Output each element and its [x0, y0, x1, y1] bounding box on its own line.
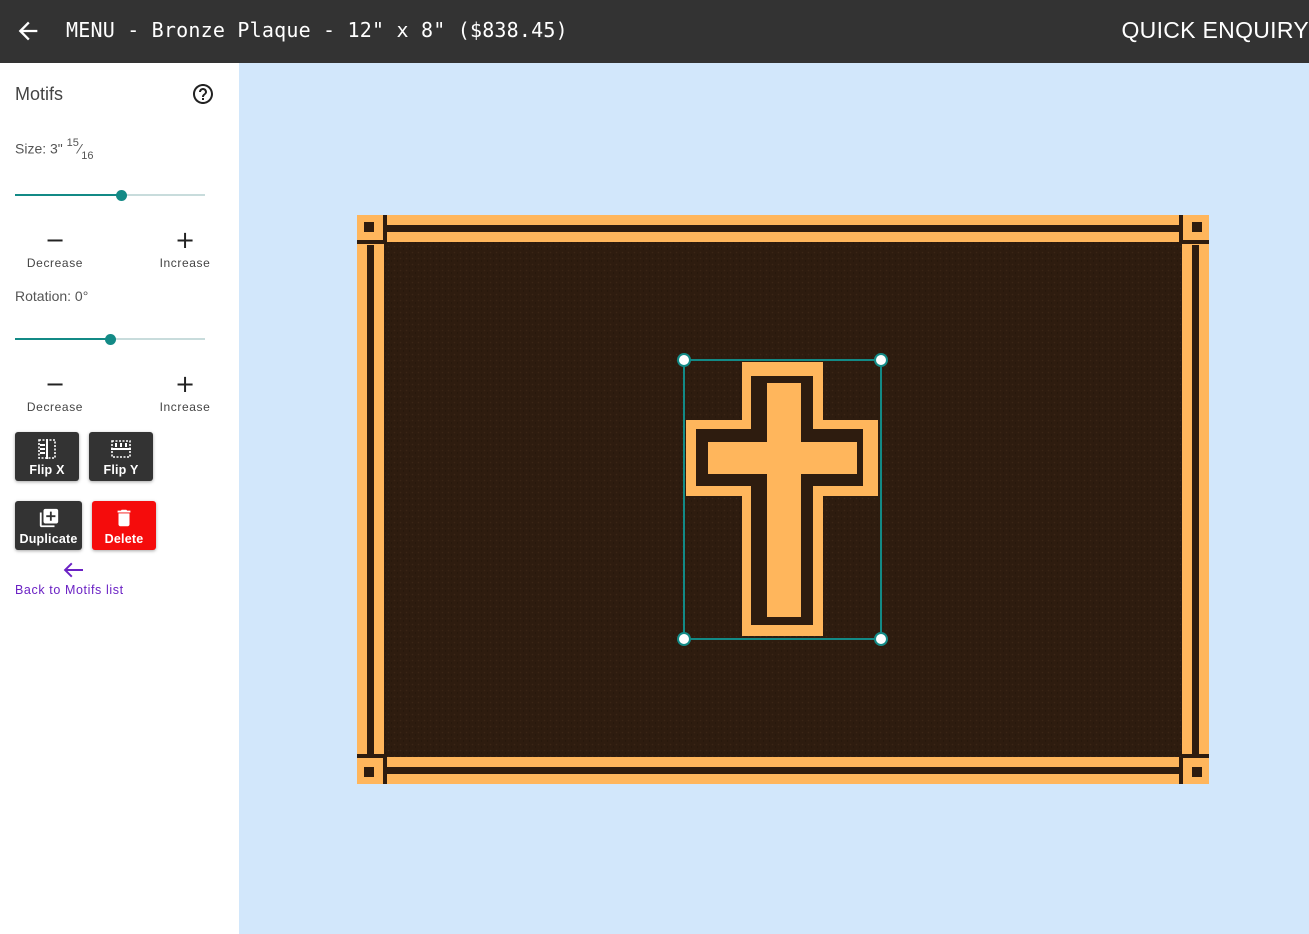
back-to-motifs-link[interactable]: Back to Motifs list: [15, 561, 135, 597]
duplicate-icon: [38, 507, 60, 529]
trash-icon: [113, 507, 135, 529]
rotation-slider-fill: [15, 338, 110, 340]
help-icon[interactable]: [191, 82, 215, 106]
duplicate-label: Duplicate: [19, 532, 78, 546]
resize-handle-top-left[interactable]: [677, 353, 691, 367]
panel-title: Motifs: [15, 84, 64, 104]
flip-horizontal-icon: [36, 438, 58, 460]
size-slider-thumb[interactable]: [116, 190, 127, 201]
rotation-decrease-label: Decrease: [26, 400, 84, 414]
flip-vertical-icon: [110, 438, 132, 460]
size-fraction-numerator: 15: [66, 137, 79, 149]
minus-icon: −: [44, 370, 66, 398]
rotation-increase-button[interactable]: + Increase: [145, 372, 225, 416]
size-slider-fill: [15, 194, 121, 196]
quick-enquiry-button[interactable]: QUICK ENQUIRY: [1121, 17, 1309, 44]
rotation-increase-label: Increase: [159, 400, 211, 414]
minus-icon: −: [44, 226, 66, 254]
rotation-slider[interactable]: [15, 332, 205, 346]
flip-y-label: Flip Y: [103, 463, 139, 477]
duplicate-button[interactable]: Duplicate: [15, 501, 82, 550]
size-slider[interactable]: [15, 188, 205, 202]
rotation-decrease-button[interactable]: − Decrease: [15, 372, 95, 416]
flip-y-button[interactable]: Flip Y: [89, 432, 153, 481]
delete-label: Delete: [104, 532, 144, 546]
back-to-motifs-label: Back to Motifs list: [15, 583, 124, 597]
resize-handle-top-right[interactable]: [874, 353, 888, 367]
bronze-plaque[interactable]: [357, 215, 1209, 784]
size-fraction-denominator: 16: [81, 150, 94, 163]
motifs-panel: Motifs Size: 3" 15⁄16 − Decrease + Incre…: [0, 63, 239, 934]
size-increase-label: Increase: [159, 256, 211, 270]
size-decrease-button[interactable]: − Decrease: [15, 228, 95, 272]
size-label-text: Size: 3": [15, 140, 63, 157]
size-increase-button[interactable]: + Increase: [145, 228, 225, 272]
plus-icon: +: [174, 370, 196, 398]
design-canvas[interactable]: [239, 63, 1309, 934]
rotation-label: Rotation: 0°: [15, 288, 89, 304]
size-decrease-label: Decrease: [26, 256, 84, 270]
app-header: MENU - Bronze Plaque - 12" x 8" ($838.45…: [0, 0, 1309, 63]
flip-x-button[interactable]: Flip X: [15, 432, 79, 481]
resize-handle-bottom-right[interactable]: [874, 632, 888, 646]
back-arrow-icon[interactable]: [14, 17, 42, 45]
page-title[interactable]: MENU - Bronze Plaque - 12" x 8" ($838.45…: [66, 18, 568, 42]
delete-button[interactable]: Delete: [92, 501, 156, 550]
arrow-left-icon: [62, 561, 84, 579]
flip-x-label: Flip X: [29, 463, 65, 477]
resize-handle-bottom-left[interactable]: [677, 632, 691, 646]
plus-icon: +: [174, 226, 196, 254]
rotation-slider-thumb[interactable]: [105, 334, 116, 345]
size-label: Size: 3" 15⁄16: [15, 137, 94, 163]
